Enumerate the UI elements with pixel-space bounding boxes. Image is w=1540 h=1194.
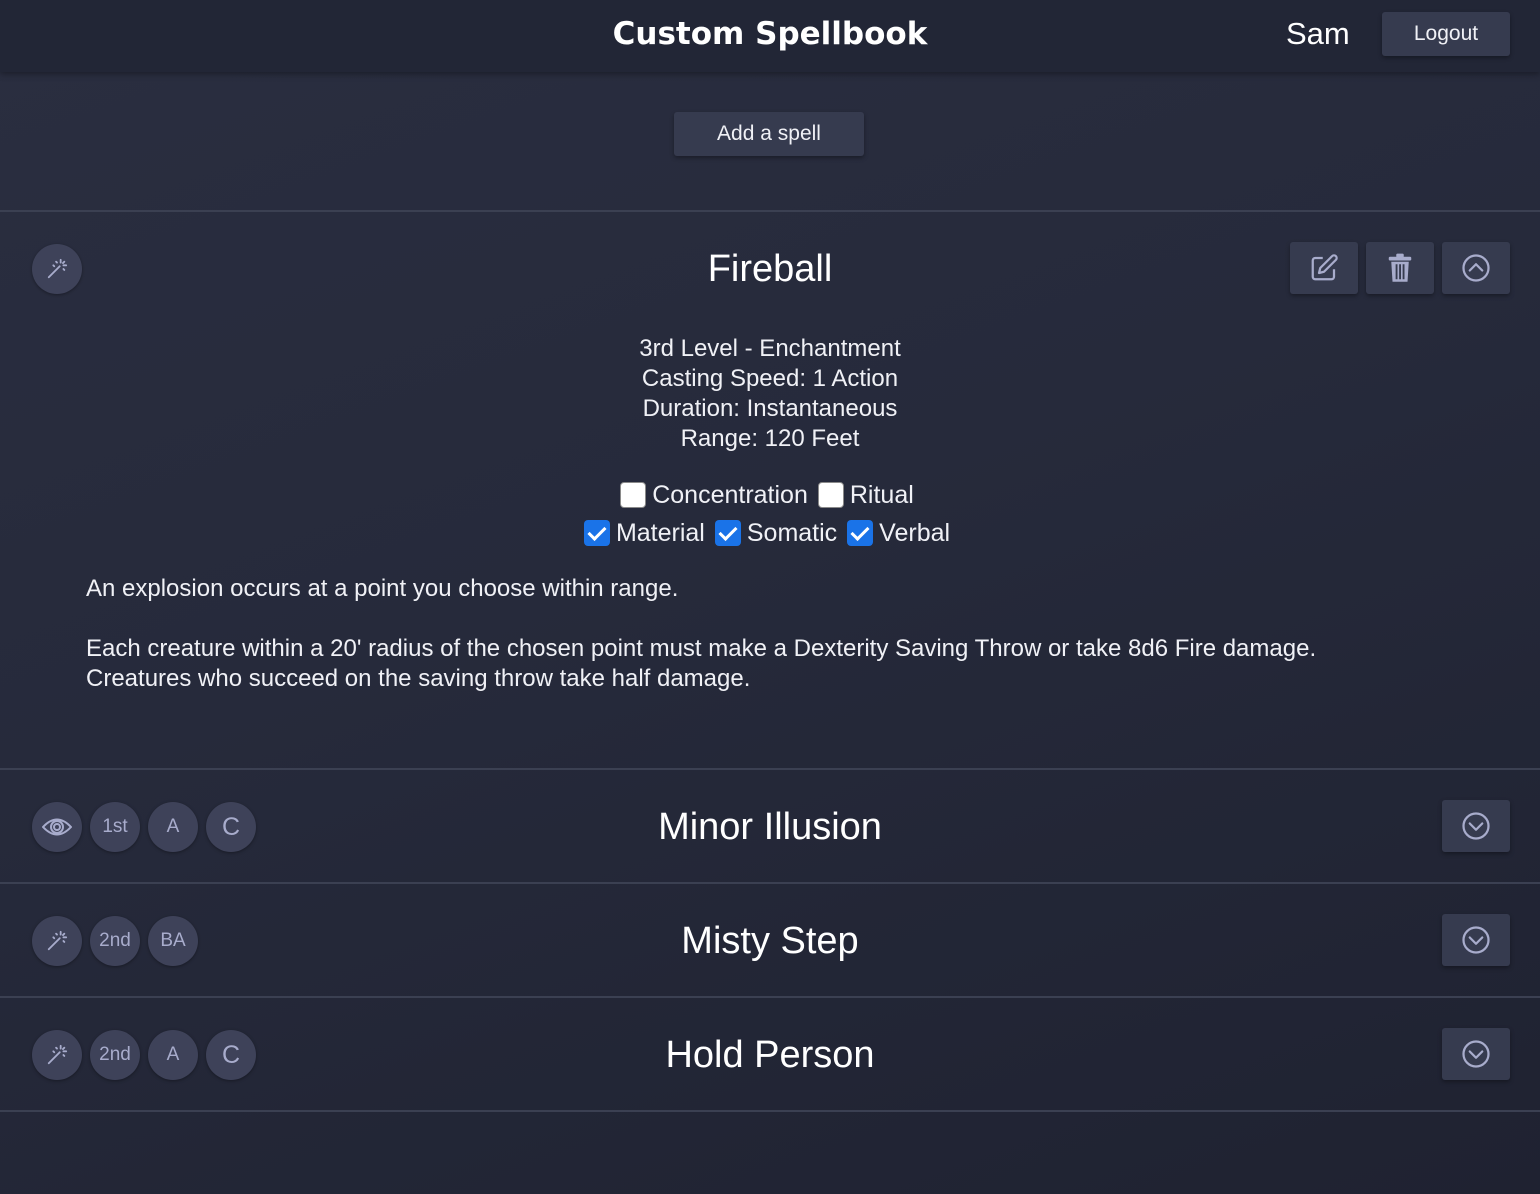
chevron-down-circle-icon bbox=[1462, 812, 1490, 840]
chevron-down-circle-icon bbox=[1462, 1040, 1490, 1068]
spell-duration: Duration: Instantaneous bbox=[642, 395, 898, 422]
spell-details: 3rd Level - Enchantment Casting Speed: 1… bbox=[0, 334, 1540, 454]
spell-casting-speed: Casting Speed: 1 Action bbox=[641, 365, 899, 392]
trash-icon bbox=[1388, 253, 1412, 282]
divider bbox=[0, 1110, 1540, 1112]
spell-title: Hold Person bbox=[665, 1034, 875, 1076]
spell-range: Range: 120 Feet bbox=[680, 425, 860, 452]
verbal-label: Verbal bbox=[879, 518, 951, 547]
delete-spell-button[interactable] bbox=[1366, 242, 1434, 294]
ritual-label: Ritual bbox=[849, 480, 914, 509]
spell-card-expanded: Fireball 3rd Level - Enchantment Casting… bbox=[0, 212, 1540, 768]
spell-row-hold-person[interactable]: 2nd A C Hold Person bbox=[0, 998, 1540, 1110]
spell-row-minor-illusion[interactable]: 1st A C Minor Illusion bbox=[0, 770, 1540, 882]
spell-row-misty-step[interactable]: 2nd BA Misty Step bbox=[0, 884, 1540, 996]
collapse-spell-button[interactable] bbox=[1442, 242, 1510, 294]
top-bar: Custom Spellbook Sam Logout bbox=[0, 0, 1540, 72]
expand-spell-button[interactable] bbox=[1442, 1028, 1510, 1080]
username: Sam bbox=[1286, 16, 1350, 51]
verbal-checkbox[interactable] bbox=[847, 520, 874, 546]
expand-spell-button[interactable] bbox=[1442, 914, 1510, 966]
spell-title: Minor Illusion bbox=[658, 806, 882, 848]
spell-level-school: 3rd Level - Enchantment bbox=[639, 335, 901, 362]
spell-component-checks: Concentration Ritual Material Somatic Ve… bbox=[0, 476, 1540, 552]
chevron-down-circle-icon bbox=[1462, 926, 1490, 954]
material-label: Material bbox=[615, 518, 705, 547]
logout-button[interactable]: Logout bbox=[1382, 12, 1510, 56]
edit-icon bbox=[1311, 254, 1338, 281]
add-spell-button[interactable]: Add a spell bbox=[674, 112, 864, 156]
somatic-label: Somatic bbox=[746, 518, 838, 547]
concentration-checkbox[interactable] bbox=[620, 482, 647, 508]
somatic-checkbox[interactable] bbox=[714, 520, 741, 546]
concentration-label: Concentration bbox=[652, 480, 808, 509]
spell-title: Misty Step bbox=[681, 920, 859, 962]
ritual-checkbox[interactable] bbox=[817, 482, 844, 508]
spell-description-1: An explosion occurs at a point you choos… bbox=[86, 575, 679, 602]
chevron-up-circle-icon bbox=[1462, 254, 1490, 282]
expand-spell-button[interactable] bbox=[1442, 800, 1510, 852]
edit-spell-button[interactable] bbox=[1290, 242, 1358, 294]
spell-description-2: Each creature within a 20' radius of the… bbox=[86, 635, 1317, 692]
material-checkbox[interactable] bbox=[583, 520, 610, 546]
